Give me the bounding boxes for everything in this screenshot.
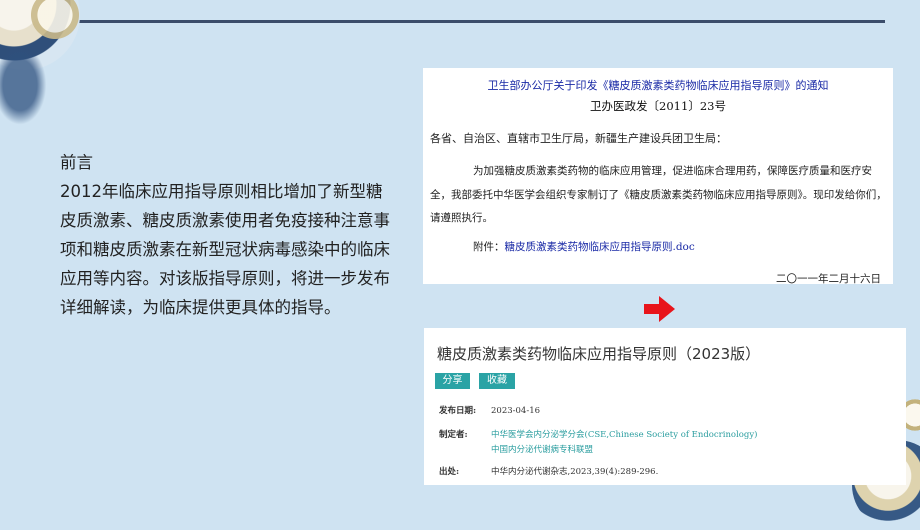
notice-title: 卫生部办公厅关于印发《糖皮质激素类药物临床应用指导原则》的通知 xyxy=(487,79,829,92)
author-row: 制定者: 中华医学会内分泌学分会(CSE,Chinese Society of E… xyxy=(439,428,757,440)
guideline-title: 糖皮质激素类药物临床应用指导原则（2023版） xyxy=(437,345,761,363)
author-line1[interactable]: 中华医学会内分泌学分会(CSE,Chinese Society of Endoc… xyxy=(491,430,757,440)
top-divider xyxy=(0,20,885,23)
right-arrow-icon xyxy=(644,296,675,322)
notice-doc-number: 卫办医政发〔2011〕23号 xyxy=(590,99,726,113)
author-label: 制定者: xyxy=(439,430,468,440)
publish-date-label: 发布日期: xyxy=(439,406,477,416)
notice-body: 为加强糖皮质激素类药物的临床应用管理，促进临床合理用药，保障医疗质量和医疗安全，… xyxy=(430,165,887,224)
guideline-page-screenshot: 糖皮质激素类药物临床应用指导原则（2023版） 分享 收藏 发布日期: 2023-… xyxy=(424,328,906,485)
notice-addressees: 各省、自治区、直辖市卫生厅局，新疆生产建设兵团卫生局： xyxy=(430,132,727,145)
attachment-label: 附件： xyxy=(473,241,505,253)
author-line2[interactable]: 中国内分泌代谢病专科联盟 xyxy=(491,443,593,455)
favorite-button[interactable]: 收藏 xyxy=(479,373,515,389)
source-label: 出处: xyxy=(439,467,460,477)
publish-date-row: 发布日期: 2023-04-16 xyxy=(439,404,540,416)
intro-text-block: 前言 2012年临床应用指导原则相比增加了新型糖皮质激素、糖皮质激素使用者免疫接… xyxy=(60,148,392,322)
intro-body: 2012年临床应用指导原则相比增加了新型糖皮质激素、糖皮质激素使用者免疫接种注意… xyxy=(60,182,390,317)
intro-heading: 前言 xyxy=(60,153,93,172)
publish-date-value: 2023-04-16 xyxy=(491,406,541,416)
attachment-link[interactable]: 糖皮质激素类药物临床应用指导原则.doc xyxy=(505,241,695,253)
notice-document-screenshot: 卫生部办公厅关于印发《糖皮质激素类药物临床应用指导原则》的通知 卫办医政发〔20… xyxy=(423,68,893,285)
source-row: 出处: 中华内分泌代谢杂志,2023,39(4):289-296. xyxy=(439,465,658,477)
notice-date: 二〇一一年二月十六日 xyxy=(776,273,881,285)
source-value: 中华内分泌代谢杂志,2023,39(4):289-296. xyxy=(491,467,659,477)
notice-attachment: 附件：糖皮质激素类药物临床应用指导原则.doc xyxy=(473,239,695,254)
share-button[interactable]: 分享 xyxy=(435,373,470,389)
